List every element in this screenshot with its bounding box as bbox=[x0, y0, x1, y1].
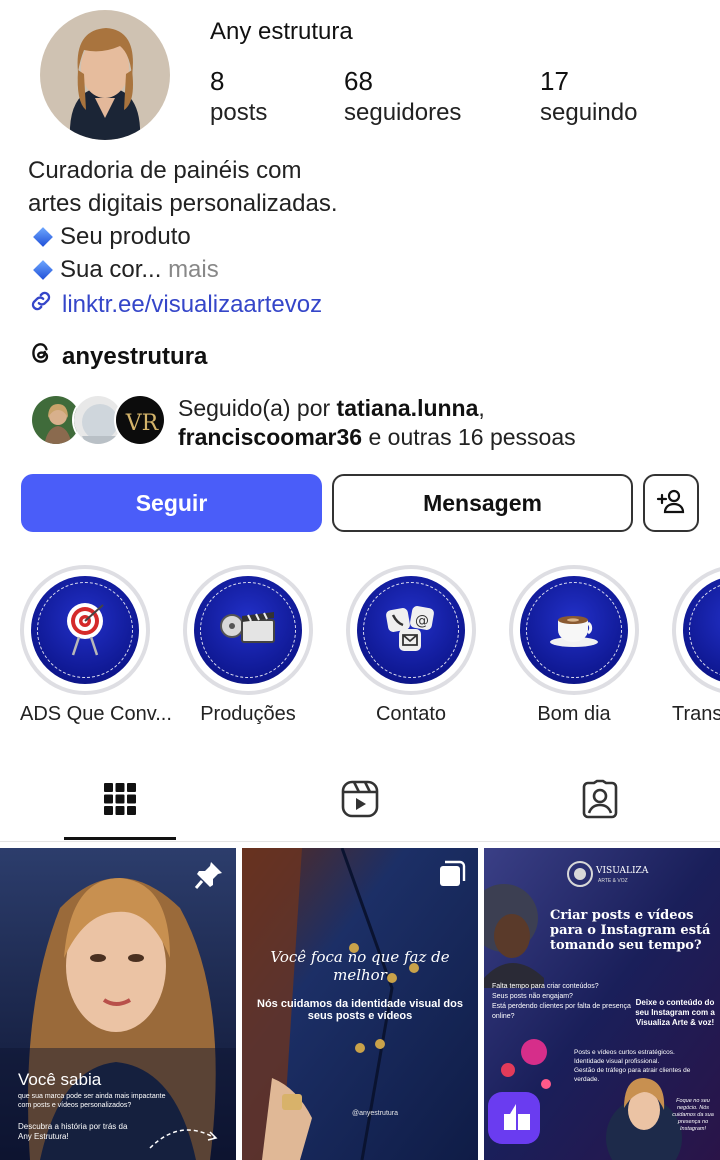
post-cta: Descubra a história por trás da Any Estr… bbox=[18, 1122, 128, 1141]
threads-handle: anyestrutura bbox=[62, 342, 208, 370]
bio-line: Sua cor... mais bbox=[28, 253, 688, 286]
svg-text:VR: VR bbox=[125, 411, 160, 436]
target-icon bbox=[59, 599, 111, 662]
profile-link-text[interactable]: linktr.ee/visualizaartevoz bbox=[62, 291, 322, 319]
message-button[interactable]: Mensagem bbox=[332, 474, 633, 532]
post-tile[interactable]: Você sabia que sua marca pode ser ainda … bbox=[0, 848, 236, 1160]
highlight-cover bbox=[20, 565, 150, 695]
link-icon bbox=[28, 288, 54, 321]
stat-following-label: seguindo bbox=[540, 99, 638, 126]
mutual-user-link[interactable]: tatiana.lunna bbox=[337, 395, 479, 421]
highlight-cover bbox=[509, 565, 639, 695]
mutual-user-link[interactable]: franciscoomar36 bbox=[178, 424, 362, 450]
transform-icon bbox=[715, 603, 720, 658]
multiple-posts-icon bbox=[438, 860, 466, 893]
highlight-cover bbox=[672, 565, 720, 695]
profile-avatar[interactable] bbox=[40, 10, 170, 140]
post-script-line: Você foca no que faz de melhor bbox=[270, 948, 450, 984]
coffee-icon bbox=[546, 606, 602, 655]
post-headline: Nós cuidamos da identidade visual dos se… bbox=[257, 998, 463, 1022]
stat-posts-count: 8 bbox=[210, 66, 225, 96]
profile-tabs bbox=[0, 762, 720, 842]
post-footer: Foque no seu negócio. Nós cuidamos da su… bbox=[672, 1098, 714, 1132]
tagged-icon bbox=[580, 779, 620, 824]
profile-name: Any estrutura bbox=[210, 18, 353, 45]
highlight-cover: @ bbox=[346, 565, 476, 695]
suggest-users-button[interactable] bbox=[643, 474, 699, 532]
mutual-avatar: VR bbox=[114, 394, 166, 446]
post-headline: Criar posts e vídeos para o Instagram es… bbox=[550, 908, 711, 953]
stat-posts-label: posts bbox=[210, 99, 268, 126]
add-person-icon bbox=[655, 485, 687, 522]
highlight-cover bbox=[183, 565, 313, 695]
followed-by-text[interactable]: Seguido(a) por tatiana.lunna, franciscoo… bbox=[178, 394, 698, 452]
mutual-followers-avatars[interactable]: VR bbox=[30, 394, 170, 448]
highlight-item[interactable]: Bom dia bbox=[509, 565, 639, 726]
active-tab-indicator bbox=[64, 837, 176, 840]
bio-line: Curadoria de painéis com bbox=[28, 157, 302, 184]
post-services: Posts e vídeos curtos estratégicos. Iden… bbox=[574, 1049, 691, 1083]
post-subtitle: que sua marca pode ser ainda mais impact… bbox=[18, 1093, 166, 1109]
highlight-item[interactable]: Trans bbox=[672, 565, 720, 726]
highlight-label: ADS Que Conv... bbox=[20, 703, 172, 725]
bio-line: Seu produto bbox=[28, 220, 688, 253]
follow-button[interactable]: Seguir bbox=[21, 474, 322, 532]
highlight-item[interactable]: ADS Que Conv... bbox=[20, 565, 172, 726]
film-icon bbox=[218, 606, 278, 655]
post-callout: Deixe o conteúdo do seu Instagram com a … bbox=[635, 998, 715, 1027]
post-title: Você sabia bbox=[18, 1070, 102, 1089]
reels-icon bbox=[340, 779, 380, 824]
post-tile[interactable]: VISUALIZA ARTE & VOZ Criar posts e vídeo… bbox=[484, 848, 720, 1160]
tab-grid[interactable] bbox=[0, 762, 240, 840]
bio-line: artes digitais personalizadas. bbox=[28, 190, 338, 217]
blue-diamond-icon bbox=[33, 259, 53, 280]
svg-text:@: @ bbox=[415, 613, 429, 629]
post-brand-sub: ARTE & VOZ bbox=[598, 878, 628, 884]
post-handle: @anyestrutura bbox=[352, 1110, 399, 1117]
post-brand: VISUALIZA bbox=[596, 866, 649, 876]
highlight-item[interactable]: @ Contato bbox=[346, 565, 476, 726]
stat-followers-label: seguidores bbox=[344, 99, 462, 126]
post-tile[interactable]: Você foca no que faz de melhor Nós cuida… bbox=[242, 848, 478, 1160]
threads-badge[interactable]: anyestrutura bbox=[28, 340, 207, 373]
blue-diamond-icon bbox=[33, 226, 53, 247]
highlight-label: Produções bbox=[200, 703, 296, 725]
profile-bio: Curadoria de painéis com artes digitais … bbox=[28, 154, 688, 286]
threads-icon bbox=[28, 340, 54, 373]
grid-icon bbox=[103, 782, 137, 821]
tab-tagged[interactable] bbox=[480, 762, 720, 840]
pinned-icon bbox=[194, 860, 224, 895]
highlight-label: Bom dia bbox=[537, 703, 611, 725]
profile-link[interactable]: linktr.ee/visualizaartevoz bbox=[28, 288, 322, 321]
highlight-label: Trans bbox=[672, 703, 720, 725]
bio-more-link[interactable]: mais bbox=[168, 256, 219, 283]
post-bullets: Falta tempo para criar conteúdos? Seus p… bbox=[492, 983, 631, 1020]
highlight-label: Contato bbox=[375, 703, 447, 725]
stat-following-count: 17 bbox=[540, 66, 569, 96]
tab-reels[interactable] bbox=[240, 762, 480, 840]
stat-posts[interactable]: 8 posts bbox=[210, 66, 267, 130]
highlight-item[interactable]: Produções bbox=[183, 565, 313, 726]
stat-followers-count: 68 bbox=[344, 66, 373, 96]
stat-following[interactable]: 17 seguindo bbox=[540, 66, 637, 130]
stat-followers[interactable]: 68 seguidores bbox=[344, 66, 461, 130]
contact-icon: @ bbox=[381, 601, 441, 660]
